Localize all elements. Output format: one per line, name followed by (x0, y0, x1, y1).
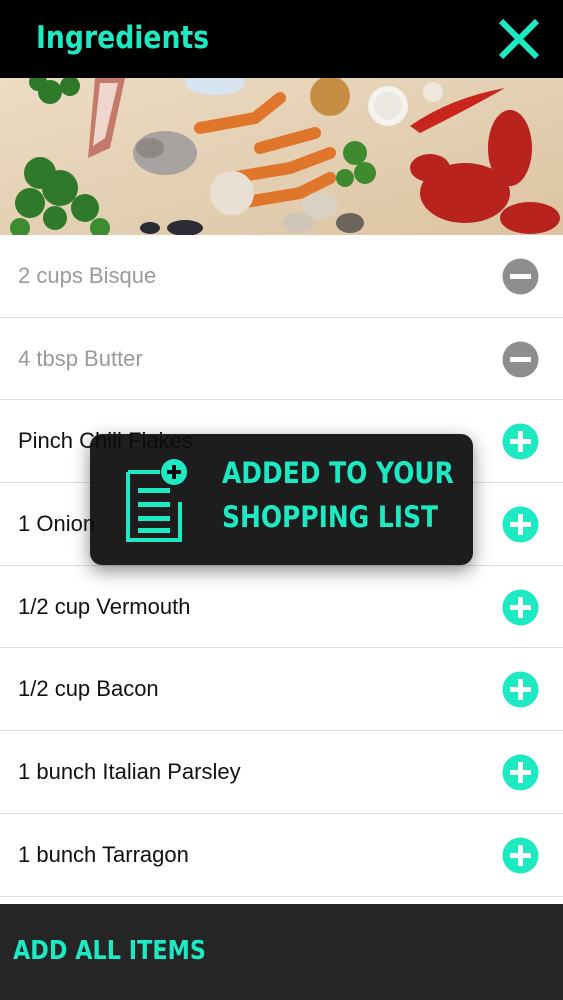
header-bar: Ingredients (0, 0, 563, 78)
plus-circle-icon (502, 837, 539, 874)
minus-circle-icon (502, 341, 539, 378)
plus-circle-icon (502, 671, 539, 708)
ingredients-list: 2 cups Bisque 4 tbsp Butter Pinch Chili … (0, 235, 563, 897)
ingredient-label: 4 tbsp Butter (18, 345, 143, 371)
add-item-button[interactable] (502, 754, 539, 791)
ingredient-label: 1 bunch Tarragon (18, 841, 189, 867)
add-item-button[interactable] (502, 671, 539, 708)
seafood-ingredients-photo (0, 78, 563, 235)
hero-image (0, 78, 563, 235)
shopping-list-add-icon (126, 459, 187, 542)
close-button[interactable] (496, 16, 542, 62)
add-item-button[interactable] (502, 837, 539, 874)
remove-item-button[interactable] (502, 341, 539, 378)
page-title: Ingredients (36, 20, 210, 56)
plus-circle-icon (502, 754, 539, 791)
ingredient-label: 1 bunch Italian Parsley (18, 759, 241, 785)
minus-circle-icon (502, 258, 539, 295)
add-item-button[interactable] (502, 506, 539, 543)
close-icon (498, 18, 540, 60)
ingredient-label: 1 Onion (18, 511, 96, 537)
plus-circle-icon (502, 423, 539, 460)
add-all-items-button[interactable]: ADD ALL ITEMS (13, 936, 206, 966)
list-item: 4 tbsp Butter (0, 317, 563, 401)
toast-message-line1: ADDED TO YOUR (222, 456, 454, 490)
list-item: 1 bunch Tarragon (0, 813, 563, 897)
plus-circle-icon (502, 506, 539, 543)
added-to-list-toast: ADDED TO YOUR SHOPPING LIST (90, 434, 473, 565)
list-item: 2 cups Bisque (0, 235, 563, 318)
toast-message-line2: SHOPPING LIST (222, 500, 439, 534)
footer-bar: ADD ALL ITEMS (0, 904, 563, 1000)
add-item-button[interactable] (502, 423, 539, 460)
add-item-button[interactable] (502, 589, 539, 626)
ingredient-label: 2 cups Bisque (18, 263, 157, 288)
list-item: 1/2 cup Bacon (0, 648, 563, 732)
list-item: 1/2 cup Vermouth (0, 565, 563, 649)
remove-item-button[interactable] (502, 258, 539, 295)
ingredient-label: 1/2 cup Vermouth (18, 593, 191, 619)
list-item: 1 bunch Italian Parsley (0, 731, 563, 814)
plus-circle-icon (502, 589, 539, 626)
ingredient-label: 1/2 cup Bacon (18, 676, 159, 702)
